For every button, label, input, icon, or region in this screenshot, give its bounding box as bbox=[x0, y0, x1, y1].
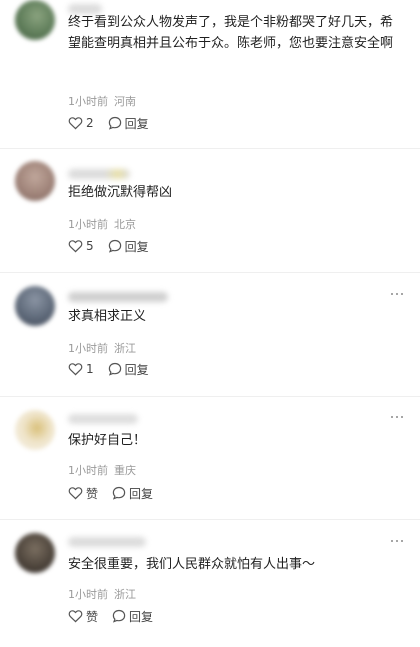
avatar[interactable] bbox=[15, 410, 55, 450]
comment-text: 求真相求正义 bbox=[68, 309, 147, 324]
comment-meta: 1小时前 浙江 bbox=[68, 340, 136, 356]
avatar[interactable] bbox=[15, 161, 55, 201]
more-dots-icon[interactable] bbox=[391, 416, 403, 419]
avatar[interactable] bbox=[15, 533, 55, 573]
comment-meta: 1小时前 浙江 bbox=[68, 586, 136, 602]
like-button[interactable]: 2 bbox=[68, 116, 94, 130]
divider bbox=[0, 148, 420, 149]
reply-button[interactable]: 回复 bbox=[108, 115, 149, 132]
comment-time: 1小时前 bbox=[68, 95, 108, 108]
heart-icon bbox=[68, 610, 83, 623]
comment-text: 拒绝做沉默得帮凶 bbox=[68, 185, 173, 200]
like-button[interactable]: 5 bbox=[68, 239, 94, 253]
divider bbox=[0, 396, 420, 397]
comment-actions: 2 回复 bbox=[68, 115, 149, 131]
comment-actions: 1 回复 bbox=[68, 361, 149, 377]
avatar[interactable] bbox=[15, 0, 55, 40]
comment-bubble-icon bbox=[112, 609, 126, 623]
heart-icon bbox=[68, 363, 83, 376]
reply-label: 回复 bbox=[124, 239, 149, 254]
reply-button[interactable]: 回复 bbox=[112, 608, 153, 625]
reply-button[interactable]: 回复 bbox=[112, 485, 153, 502]
like-button[interactable]: 赞 bbox=[68, 608, 98, 625]
comment-bubble-icon bbox=[112, 486, 126, 500]
comment-location: 浙江 bbox=[114, 588, 136, 601]
heart-icon bbox=[68, 117, 83, 130]
reply-label: 回复 bbox=[124, 362, 149, 377]
comment-actions: 5 回复 bbox=[68, 238, 149, 254]
comment-actions: 赞 回复 bbox=[68, 608, 153, 624]
comment-bubble-icon bbox=[108, 239, 121, 253]
username-blurred[interactable] bbox=[68, 537, 146, 547]
heart-icon bbox=[68, 240, 83, 253]
more-dots-icon[interactable] bbox=[391, 540, 403, 543]
comment-location: 浙江 bbox=[114, 342, 136, 355]
like-button[interactable]: 1 bbox=[68, 362, 94, 376]
comment-time: 1小时前 bbox=[68, 588, 108, 601]
username-blurred[interactable] bbox=[68, 169, 130, 179]
comment-time: 1小时前 bbox=[68, 218, 108, 231]
comment-text: 终于看到公众人物发声了，我是个非粉都哭了好几天，希望能查明真相并且公布于众。陈老… bbox=[68, 15, 394, 51]
like-count: 1 bbox=[86, 362, 94, 376]
comment-meta: 1小时前 河南 bbox=[68, 93, 136, 109]
comment-bubble-icon bbox=[108, 116, 121, 130]
username-blurred[interactable] bbox=[68, 414, 138, 424]
comment-text: 安全很重要，我们人民群众就怕有人出事～ bbox=[68, 557, 316, 572]
reply-label: 回复 bbox=[124, 116, 149, 131]
avatar[interactable] bbox=[15, 286, 55, 326]
reply-label: 回复 bbox=[129, 609, 154, 624]
reply-button[interactable]: 回复 bbox=[108, 238, 149, 255]
reply-label: 回复 bbox=[129, 486, 154, 501]
comment-location: 北京 bbox=[114, 218, 136, 231]
like-count: 2 bbox=[86, 116, 94, 130]
like-label: 赞 bbox=[86, 609, 99, 624]
comment-location: 河南 bbox=[114, 95, 136, 108]
comment-actions: 赞 回复 bbox=[68, 485, 153, 501]
like-count: 5 bbox=[86, 239, 94, 253]
heart-icon bbox=[68, 487, 83, 500]
comment-meta: 1小时前 重庆 bbox=[68, 462, 136, 478]
more-dots-icon[interactable] bbox=[391, 293, 403, 296]
comment-location: 重庆 bbox=[114, 464, 136, 477]
divider bbox=[0, 519, 420, 520]
comment-time: 1小时前 bbox=[68, 342, 108, 355]
comment-bubble-icon bbox=[108, 362, 121, 376]
comment-text: 保护好自己！ bbox=[68, 433, 147, 448]
divider bbox=[0, 272, 420, 273]
reply-button[interactable]: 回复 bbox=[108, 361, 149, 378]
like-button[interactable]: 赞 bbox=[68, 485, 98, 502]
like-label: 赞 bbox=[86, 486, 99, 501]
comment-time: 1小时前 bbox=[68, 464, 108, 477]
comment-meta: 1小时前 北京 bbox=[68, 216, 136, 232]
username-blurred[interactable] bbox=[68, 292, 168, 302]
